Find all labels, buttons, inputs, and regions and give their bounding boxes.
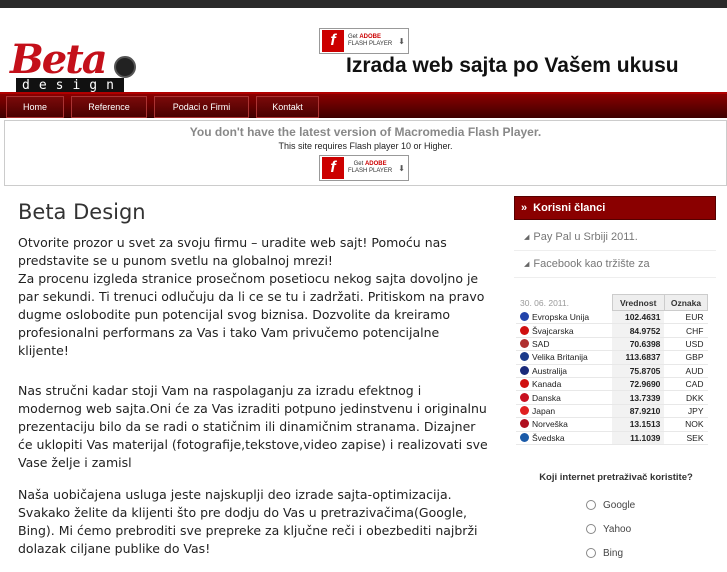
currency-code: EUR [664,310,708,325]
logo-beta-text: Beta [10,36,108,83]
currency-value: 84.9752 [612,323,665,338]
currency-name: Norveška [516,417,613,432]
get-flash-button[interactable]: f Get ADOBE FLASH PLAYER ⬇ [319,28,409,54]
rates-date: 30. 06. 2011. [516,294,613,311]
nav-kontakt[interactable]: Kontakt [256,96,319,118]
currency-name: Australija [516,364,613,378]
currency-value: 75.8705 [612,364,665,378]
nav-home[interactable]: Home [6,96,64,118]
globe-icon [114,56,136,78]
flash-badge-text: Get ADOBE FLASH PLAYER [348,161,393,174]
flag-icon [520,405,529,415]
flash-logo-icon: f [322,157,344,179]
currency-name: Švedska [516,431,613,445]
currency-code: AUD [664,364,708,378]
articles-header: » Korisni članci [514,196,716,220]
flash-notice: You don't have the latest version of Mac… [4,120,727,186]
flag-icon [520,352,529,362]
flash-notice-subtitle: This site requires Flash player 10 or Hi… [278,141,453,151]
poll-question: Koji internet pretraživač koristite? [539,472,693,483]
flag-icon [520,311,529,321]
main-content: Beta Design Otvorite prozor u svet za sv… [18,200,488,572]
currency-name: Velika Britanija [516,350,613,365]
article-link-facebook[interactable]: ◢ Facebook kao tržište za [514,251,716,278]
flag-icon [520,392,529,402]
logo[interactable]: Beta design [10,36,136,96]
currency-code: USD [664,337,708,352]
get-flash-button-notice[interactable]: f Get ADOBE FLASH PLAYER ⬇ [319,155,409,181]
main-nav: Home Reference Podaci o Firmi Kontakt [0,92,727,118]
currency-value: 113.6837 [612,350,665,365]
radio-button[interactable] [586,524,596,534]
page-title: Beta Design [18,200,146,224]
currency-code: JPY [664,404,708,419]
rate-row: Norveška 13.1513 NOK [516,417,708,432]
top-strip [0,0,727,8]
exchange-rates-table: 30. 06. 2011. Vrednost Oznaka Evropska U… [516,294,708,445]
rate-row: SAD 70.6398 USD [516,337,708,352]
rates-col-value: Vrednost [611,294,665,311]
flag-icon [520,432,529,442]
flash-logo-icon: f [322,30,344,52]
currency-code: DKK [664,390,708,405]
rate-row: Švedska 11.1039 SEK [516,431,708,445]
triangle-icon: ◢ [524,261,530,268]
nav-reference[interactable]: Reference [71,96,147,118]
paragraph-intro: Otvorite prozor u svet za svoju firmu – … [18,235,485,358]
currency-value: 72.9690 [612,377,665,392]
triangle-icon: ◢ [524,234,530,241]
currency-name: Kanada [516,377,613,392]
flag-icon [520,325,529,335]
poll-widget: Koji internet pretraživač koristite? Goo… [516,472,716,565]
currency-code: NOK [664,417,708,432]
rate-row: Japan 87.9210 JPY [516,404,708,419]
flag-icon [520,419,529,429]
header: Beta design f Get ADOBE FLASH PLAYER ⬇ I… [0,8,727,94]
currency-name: Danska [516,390,613,405]
articles-title: Korisni članci [533,202,606,214]
currency-name: Švajcarska [516,323,613,338]
flag-icon [520,379,529,389]
flag-icon [520,365,529,375]
tagline: Izrada web sajta po Vašem ukusu [346,54,679,77]
currency-value: 11.1039 [612,431,665,445]
currency-code: GBP [664,350,708,365]
download-arrow-icon: ⬇ [398,36,405,46]
rates-col-code: Oznaka [663,294,708,311]
poll-option-google[interactable]: Google [586,493,716,517]
rate-row: Velika Britanija 113.6837 GBP [516,350,708,365]
flash-badge-text: Get ADOBE FLASH PLAYER [348,34,393,47]
download-arrow-icon: ⬇ [398,163,405,173]
nav-podaci-o-firmi[interactable]: Podaci o Firmi [154,96,249,118]
currency-code: SEK [664,431,708,445]
rate-row: Australija 75.8705 AUD [516,364,708,378]
currency-code: CHF [664,323,708,338]
currency-name: SAD [516,337,613,352]
article-link-paypal[interactable]: ◢ Pay Pal u Srbiji 2011. [514,224,716,251]
currency-code: CAD [664,377,708,392]
radio-button[interactable] [586,500,596,510]
currency-value: 102.4631 [612,310,665,325]
exchange-rates-widget: 30. 06. 2011. Vrednost Oznaka Evropska U… [516,294,708,458]
currency-value: 87.9210 [612,404,665,419]
currency-value: 13.7339 [612,390,665,405]
currency-value: 13.1513 [612,417,665,432]
radio-button[interactable] [586,548,596,558]
double-chevron-icon: » [521,202,528,214]
flag-icon [520,338,529,348]
rate-row: Kanada 72.9690 CAD [516,377,708,392]
rate-row: Švajcarska 84.9752 CHF [516,323,708,338]
poll-option-yahoo[interactable]: Yahoo [586,517,716,541]
sidebar: » Korisni članci ◢ Pay Pal u Srbiji 2011… [514,196,716,278]
currency-name: Evropska Unija [516,310,613,325]
currency-value: 70.6398 [612,337,665,352]
paragraph-team: Nas stručni kadar stoji Vam na raspolaga… [18,383,488,470]
paragraph-seo: Naša uobičajena usluga jeste najskuplji … [18,487,478,556]
rate-row: Evropska Unija 102.4631 EUR [516,310,708,325]
currency-name: Japan [516,404,613,419]
flash-notice-title: You don't have the latest version of Mac… [189,125,542,139]
rate-row: Danska 13.7339 DKK [516,390,708,405]
